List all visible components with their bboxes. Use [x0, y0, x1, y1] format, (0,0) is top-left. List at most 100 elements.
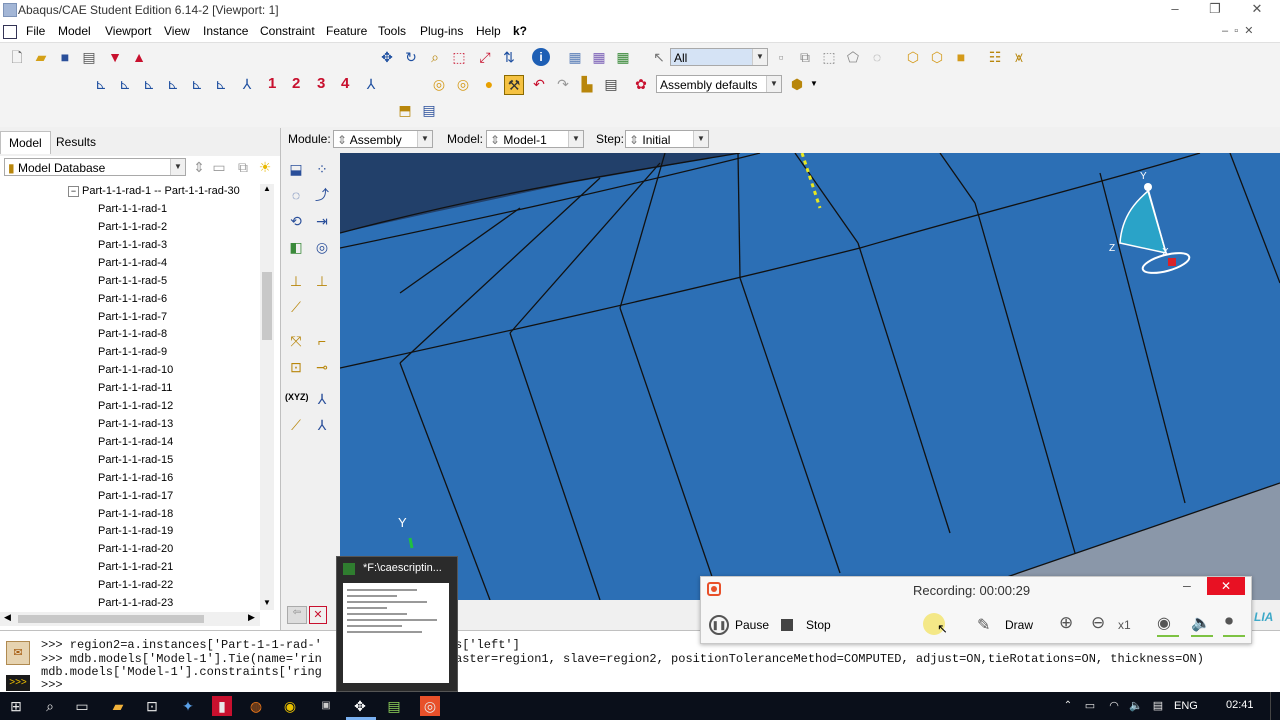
volume-icon[interactable]: 🔈: [1126, 696, 1146, 716]
context-help-icon[interactable]: k?: [513, 24, 527, 38]
recorder-minimize-icon[interactable]: –: [1183, 577, 1191, 593]
menu-tools[interactable]: Tools: [378, 24, 406, 38]
speaker-icon[interactable]: 🔈: [1191, 613, 1211, 633]
list-item[interactable]: Part-1-1-rad-21: [98, 561, 173, 573]
notepad-taskbar-icon[interactable]: ▤: [384, 696, 404, 716]
constraint-parallel-icon[interactable]: ⊥: [287, 272, 305, 290]
view-preset-3[interactable]: 3: [317, 75, 325, 92]
view-x-icon[interactable]: ⊾: [92, 75, 110, 93]
chrome-icon[interactable]: ◉: [280, 696, 300, 716]
select-circle-icon[interactable]: ◌: [868, 48, 886, 66]
menu-instance[interactable]: Instance: [203, 24, 248, 38]
constraint-edge-icon[interactable]: ⟋: [287, 298, 305, 316]
query-table-icon[interactable]: ▤: [420, 101, 438, 119]
palette-icon[interactable]: ✿: [632, 75, 650, 93]
layer-icon[interactable]: ▙: [578, 75, 596, 93]
import-icon[interactable]: ▼: [106, 48, 124, 66]
pause-icon[interactable]: ❚❚: [709, 615, 729, 635]
view-minus-x-icon[interactable]: ⊾: [164, 75, 182, 93]
render-shaded-icon[interactable]: ▦: [614, 48, 632, 66]
stop-button[interactable]: Stop: [806, 618, 831, 632]
table-icon[interactable]: ▤: [602, 75, 620, 93]
save-icon[interactable]: ■: [56, 48, 74, 66]
store-icon[interactable]: ⊡: [142, 696, 162, 716]
instance-icon[interactable]: ⬒: [396, 101, 414, 119]
list-item[interactable]: Part-1-1-rad-2: [98, 221, 167, 233]
tree-filter-icon[interactable]: ▭: [210, 158, 228, 176]
render-hidden-icon[interactable]: ▦: [590, 48, 608, 66]
system-menu-icon[interactable]: [3, 25, 17, 39]
list-item[interactable]: Part-1-1-rad-3: [98, 239, 167, 251]
view-minus-y-icon[interactable]: ⊾: [188, 75, 206, 93]
color-code-icon[interactable]: ◎: [430, 75, 448, 93]
list-item[interactable]: Part-1-1-rad-8: [98, 328, 167, 340]
menu-plugins[interactable]: Plug-ins: [420, 24, 463, 38]
list-item[interactable]: Part-1-1-rad-20: [98, 543, 173, 555]
constraint-contact-icon[interactable]: ⌐: [313, 332, 331, 350]
list-item[interactable]: Part-1-1-rad-19: [98, 525, 173, 537]
list-item[interactable]: Part-1-1-rad-4: [98, 257, 167, 269]
prompt-back-icon[interactable]: ⇦: [287, 606, 307, 624]
new-file-icon[interactable]: 🗋: [8, 48, 26, 66]
draw-button[interactable]: Draw: [1005, 618, 1033, 632]
list-item[interactable]: Part-1-1-rad-11: [98, 382, 172, 394]
list-item[interactable]: Part-1-1-rad-1: [98, 203, 167, 215]
undo-icon[interactable]: ↶: [530, 75, 548, 93]
model-database-select[interactable]: ▮ Model Database ▼: [4, 158, 186, 176]
radial-pattern-icon[interactable]: ◌: [287, 186, 305, 204]
python-prompt-icon[interactable]: >>>: [6, 675, 30, 691]
tab-model[interactable]: Model: [0, 131, 51, 154]
scroll-down-icon[interactable]: ▼: [260, 598, 274, 610]
minimize-icon[interactable]: –: [1160, 0, 1190, 20]
list-item[interactable]: Part-1-1-rad-13: [98, 418, 173, 430]
microphone-icon[interactable]: ⏺: [1225, 613, 1233, 631]
assembly-model-view[interactable]: [340, 153, 1280, 600]
tab-results[interactable]: Results: [48, 131, 104, 153]
linear-pattern-icon[interactable]: ⁘: [313, 160, 331, 178]
menu-model[interactable]: Model: [58, 24, 91, 38]
list-item[interactable]: Part-1-1-rad-17: [98, 490, 173, 502]
recorder-taskbar-icon[interactable]: ◎: [420, 696, 440, 716]
app-icon-red[interactable]: ▮: [212, 696, 232, 716]
zoom-in-icon[interactable]: ⊕: [1059, 613, 1073, 633]
prompt-cancel-icon[interactable]: ✕: [309, 606, 327, 624]
tree-parent-item[interactable]: Part-1-1-rad-1 -- Part-1-1-rad-30: [82, 185, 240, 197]
menu-file[interactable]: File: [26, 24, 45, 38]
view-preset-1[interactable]: 1: [268, 75, 276, 92]
datum-axis-icon[interactable]: ⟋: [287, 416, 305, 434]
list-item[interactable]: Part-1-1-rad-12: [98, 400, 173, 412]
translate-to-icon[interactable]: ⇥: [313, 212, 331, 230]
scroll-right-icon[interactable]: ▶: [248, 612, 255, 623]
pause-button[interactable]: Pause: [735, 618, 769, 632]
list-item[interactable]: Part-1-1-rad-18: [98, 508, 173, 520]
view-minus-z-icon[interactable]: ⊾: [212, 75, 230, 93]
list-item[interactable]: Part-1-1-rad-14: [98, 436, 173, 448]
select-arrow-icon[interactable]: ↖: [650, 48, 668, 66]
show-desktop-button[interactable]: [1270, 692, 1280, 720]
menu-viewport[interactable]: Viewport: [105, 24, 151, 38]
tree-vertical-scrollbar[interactable]: ▲ ▼: [260, 184, 274, 610]
list-item[interactable]: Part-1-1-rad-10: [98, 364, 173, 376]
render-mode-arrow-icon[interactable]: ▼: [810, 79, 818, 88]
tree-collapse-icon[interactable]: −: [68, 186, 79, 197]
info-icon[interactable]: i: [532, 48, 550, 66]
render-mode-icon[interactable]: ⬢: [788, 75, 806, 93]
view-iso-icon[interactable]: ⬡: [904, 48, 922, 66]
hscroll-thumb[interactable]: [18, 615, 204, 623]
draw-pencil-icon[interactable]: ✎: [977, 615, 990, 635]
language-indicator[interactable]: ENG: [1174, 700, 1198, 712]
mdi-controls[interactable]: – ▫ ✕: [1222, 24, 1253, 37]
clock[interactable]: 02:41: [1226, 699, 1254, 711]
app-icon-blue[interactable]: ✦: [178, 696, 198, 716]
view-preset-4[interactable]: 4: [341, 75, 349, 92]
list-item[interactable]: Part-1-1-rad-6: [98, 293, 167, 305]
list-item[interactable]: Part-1-1-rad-23: [98, 597, 173, 609]
show-hidden-icons[interactable]: ⌃: [1058, 696, 1078, 716]
auto-fit-icon[interactable]: ⤢: [476, 48, 494, 66]
search-icon[interactable]: ⌕: [40, 696, 60, 716]
selection-option-icon[interactable]: ▫: [772, 48, 790, 66]
webcam-icon[interactable]: ◉: [1157, 613, 1171, 633]
view-top-icon[interactable]: ■: [952, 48, 970, 66]
command-prompt[interactable]: >>>: [41, 678, 63, 692]
recorder-close-button[interactable]: ✕: [1207, 577, 1245, 595]
